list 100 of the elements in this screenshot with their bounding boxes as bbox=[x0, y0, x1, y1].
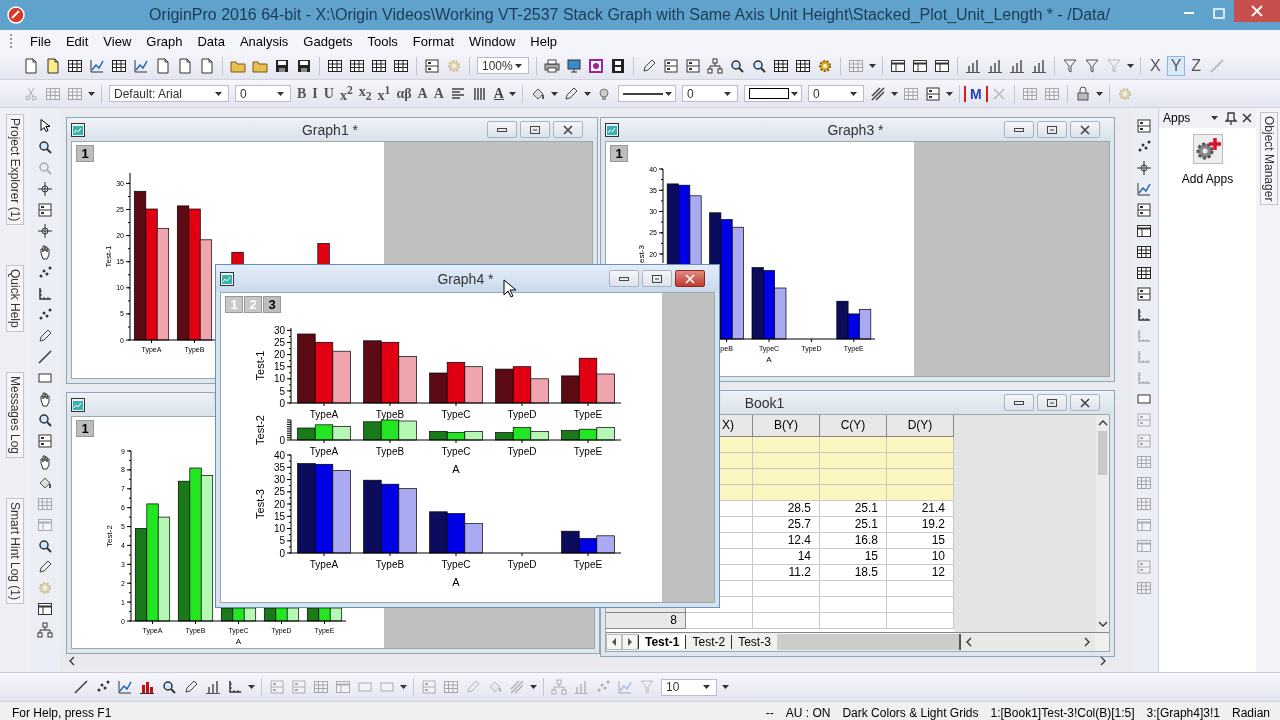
tick-label: 25 bbox=[273, 486, 285, 498]
table-cell: 25.1 bbox=[820, 501, 887, 517]
menu-item[interactable]: Help bbox=[523, 33, 565, 49]
tick-label: 35 bbox=[273, 461, 285, 473]
axis-title: A bbox=[452, 463, 460, 475]
dock-tab[interactable]: Object Manager bbox=[1259, 112, 1278, 206]
category-label: TypeE bbox=[573, 409, 603, 420]
category-label: TypeA bbox=[309, 446, 339, 457]
menu-item[interactable]: Tools bbox=[360, 33, 405, 49]
tick-label: 5 bbox=[279, 535, 285, 547]
font-dropdown[interactable]: Default: Arial bbox=[109, 85, 229, 102]
size-dropdown[interactable]: 10 bbox=[661, 678, 717, 696]
panel-title: Apps bbox=[1163, 111, 1191, 125]
text-style-button[interactable]: B bbox=[294, 85, 310, 102]
axis-title: A bbox=[235, 637, 242, 647]
zoom-dropdown[interactable]: 100% bbox=[477, 57, 529, 74]
text-style-button[interactable]: A bbox=[414, 85, 431, 102]
axis-title: Test-1 bbox=[104, 245, 114, 268]
table-cell: 19.2 bbox=[887, 517, 954, 533]
tick-label: 5 bbox=[279, 385, 285, 397]
layer-tab[interactable]: 1 bbox=[610, 145, 628, 162]
axis-title: Test-2 bbox=[105, 525, 115, 547]
axis-title: A bbox=[452, 576, 460, 588]
window-title-bar[interactable]: Graph3 * bbox=[601, 118, 1114, 141]
table-cell: 10 bbox=[887, 549, 954, 565]
border-width-dropdown[interactable]: 0 bbox=[808, 85, 864, 102]
text-style-button[interactable]: αβ bbox=[393, 85, 415, 102]
dock-tab[interactable]: Project Explorer (1) bbox=[6, 114, 24, 226]
category-label: TypeC bbox=[441, 559, 471, 570]
sheet-tab[interactable]: Test-1 bbox=[638, 635, 686, 649]
merge-button[interactable]: M bbox=[964, 85, 988, 102]
menu-item[interactable]: Window bbox=[462, 33, 523, 49]
sheet-tab[interactable]: Test-2 bbox=[685, 635, 732, 649]
tick-label: 0 bbox=[279, 397, 285, 409]
table-cell: 16.8 bbox=[820, 533, 887, 549]
category-label: TypeA bbox=[309, 559, 339, 570]
tick-label: 10 bbox=[273, 523, 285, 535]
window-title: Book1 bbox=[743, 394, 786, 411]
window-title-bar[interactable]: Book1 bbox=[721, 391, 1114, 414]
axis-title: Test-3 bbox=[254, 489, 266, 519]
axis-button[interactable]: Y bbox=[1166, 55, 1186, 76]
status-field: AU : ON bbox=[785, 706, 831, 720]
table-cell: 12 bbox=[887, 565, 954, 581]
tick-label: 30 bbox=[273, 474, 285, 486]
menu-item[interactable]: Format bbox=[405, 33, 462, 49]
axis-title: est-3 bbox=[637, 245, 647, 263]
status-field: -- bbox=[765, 706, 774, 720]
column-header[interactable]: X) bbox=[722, 418, 734, 432]
menu-item[interactable]: Edit bbox=[58, 33, 96, 49]
layer-tab[interactable]: 3 bbox=[263, 296, 281, 313]
tick-label: 20 bbox=[273, 498, 285, 510]
font-color-button[interactable]: A bbox=[490, 85, 507, 102]
window-title-bar[interactable]: Graph1 * bbox=[67, 118, 597, 141]
text-style-button[interactable]: I bbox=[309, 85, 321, 102]
menu-item[interactable]: File bbox=[23, 33, 58, 49]
menu-item[interactable]: Analysis bbox=[232, 33, 296, 49]
font-size-dropdown[interactable]: 0 bbox=[235, 85, 291, 102]
window-title-bar[interactable]: Graph4 * bbox=[216, 265, 719, 292]
text-style-button[interactable]: x$_{2}$ bbox=[355, 84, 375, 103]
layer-tab[interactable]: 1 bbox=[76, 420, 94, 437]
tick-label: 25 bbox=[273, 337, 285, 349]
line-width-dropdown[interactable]: 0 bbox=[682, 85, 738, 102]
window-title: OriginPro 2016 64-bit - X:\Origin Videos\Working VT-2537 Stack Graph with Same Axis Unit Height\Stacked_Plot_Unit_Length * - /Data/ bbox=[148, 6, 1111, 24]
axis-button[interactable]: X bbox=[1146, 55, 1165, 76]
row-header: 8 bbox=[606, 613, 686, 629]
tick-label: 15 bbox=[273, 510, 285, 522]
tick-label: 0 bbox=[279, 547, 285, 559]
tick-label: 10 bbox=[273, 373, 285, 385]
table-cell: 15 bbox=[820, 549, 887, 565]
dock-tab[interactable]: Smart Hint Log (1) bbox=[6, 498, 24, 605]
menu-item[interactable]: Graph bbox=[139, 33, 190, 49]
menu-item[interactable]: Data bbox=[190, 33, 232, 49]
table-cell: 25.1 bbox=[820, 517, 887, 533]
category-label: TypeB bbox=[375, 446, 405, 457]
table-cell: 15 bbox=[887, 533, 954, 549]
app-item[interactable]: Add Apps bbox=[1181, 134, 1234, 186]
text-style-button[interactable]: x$^{2}$ bbox=[336, 83, 356, 104]
menu-item[interactable]: Gadgets bbox=[296, 33, 360, 49]
text-style-button[interactable]: x$^{1}$ bbox=[374, 83, 394, 104]
layer-tab[interactable]: 1 bbox=[76, 145, 94, 162]
category-label: TypeD bbox=[507, 559, 537, 570]
axis-title: Test-2 bbox=[254, 415, 266, 445]
table-cell: 14 bbox=[753, 549, 820, 565]
status-field: 3:[Graph4]3!1 bbox=[1146, 706, 1220, 720]
window-title: Graph4 * bbox=[436, 270, 495, 287]
sheet-tab[interactable]: Test-3 bbox=[731, 635, 777, 649]
text-style-button[interactable]: A bbox=[430, 85, 447, 102]
category-label: TypeE bbox=[573, 559, 603, 570]
category-label: TypeE bbox=[573, 446, 603, 457]
table-cell: 28.5 bbox=[753, 501, 820, 517]
dock-tab[interactable]: Messages Log bbox=[6, 372, 24, 459]
tick-label: 0 bbox=[279, 434, 285, 446]
axis-button[interactable]: Z bbox=[1187, 55, 1206, 76]
menu-item[interactable]: View bbox=[96, 33, 139, 49]
table-cell: 21.4 bbox=[887, 501, 954, 517]
category-label: TypeB bbox=[375, 409, 405, 420]
text-style-button[interactable]: U bbox=[320, 85, 337, 102]
category-label: TypeA bbox=[309, 409, 339, 420]
dock-tab[interactable]: Quick Help bbox=[6, 265, 24, 333]
status-field: Radian bbox=[1231, 706, 1270, 720]
